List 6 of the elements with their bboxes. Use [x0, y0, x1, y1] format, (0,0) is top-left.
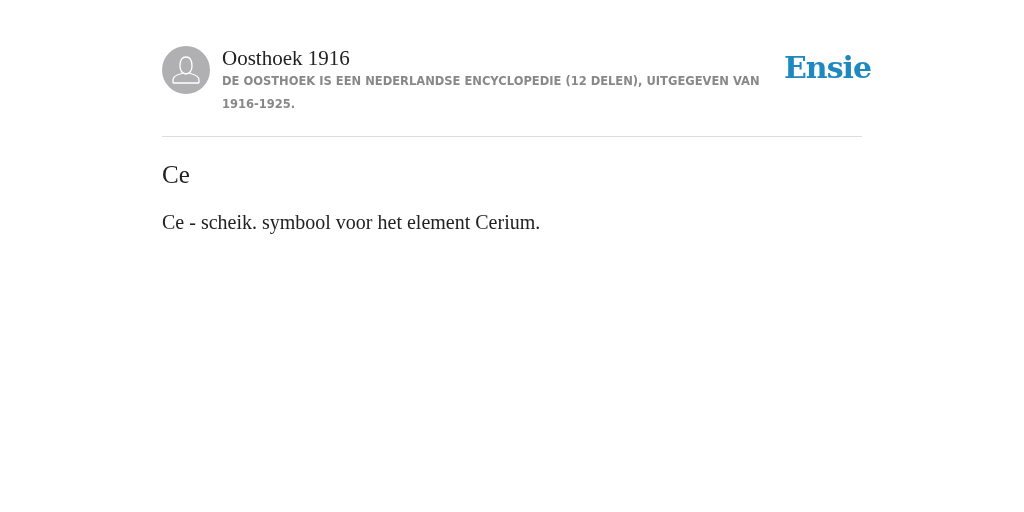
article-text: Ce - scheik. symbool voor het element Cerium. — [162, 211, 542, 234]
avatar-icon — [162, 46, 210, 94]
article-title: Ce — [162, 161, 191, 189]
source-name: Oosthoek 1916 — [222, 46, 351, 70]
logo[interactable]: Ensie — [784, 50, 872, 85]
source-description: DE OOSTHOEK IS EEN NEDERLANDSE ENCYCLOPEDIE (12 DELEN), UITGEGEVEN VAN 1916-1925. — [222, 73, 761, 113]
